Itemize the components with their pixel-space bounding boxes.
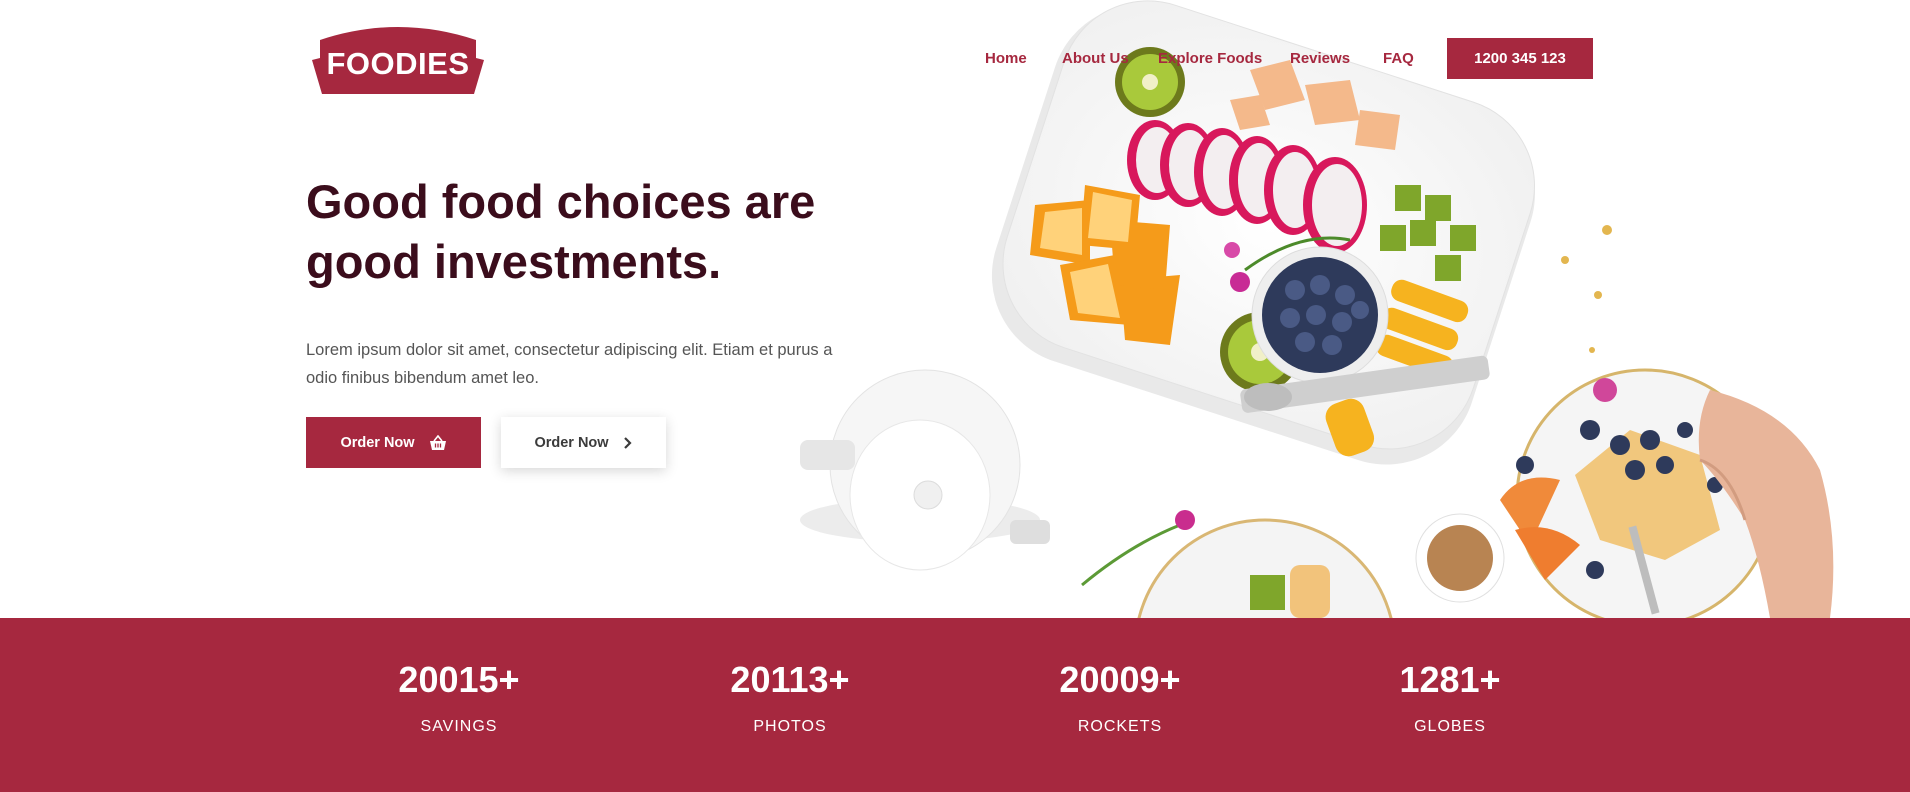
- headline-line-1: Good food choices are: [306, 175, 816, 228]
- stats-band: 20015+ SAVINGS 20113+ PHOTOS 20009+ ROCK…: [0, 618, 1910, 792]
- order-now-secondary-button[interactable]: Order Now: [501, 417, 666, 468]
- stat-label: ROCKETS: [1077, 718, 1163, 735]
- stat-value: 1281+: [1399, 659, 1501, 700]
- nav-explore-foods[interactable]: Explore Foods: [1158, 50, 1262, 67]
- stat-photos: 20113+ PHOTOS: [670, 658, 910, 736]
- hero-description: Lorem ipsum dolor sit amet, consectetur …: [306, 341, 833, 387]
- logo[interactable]: FOODIES: [306, 20, 490, 96]
- stat-rockets: 20009+ ROCKETS: [1000, 658, 1240, 736]
- chevron-right-icon: [623, 436, 632, 449]
- hero-headline: Good food choices are good investments.: [306, 172, 906, 292]
- order-now-secondary-label: Order Now: [534, 434, 609, 451]
- nav-reviews[interactable]: Reviews: [1290, 50, 1350, 67]
- logo-text: FOODIES: [326, 46, 470, 81]
- stat-label: GLOBES: [1414, 718, 1486, 735]
- stat-savings: 20015+ SAVINGS: [339, 658, 579, 736]
- stat-globes: 1281+ GLOBES: [1330, 658, 1570, 736]
- stat-value: 20015+: [398, 659, 520, 700]
- stat-value: 20009+: [1059, 659, 1181, 700]
- hero-food-image: [760, 0, 1910, 618]
- order-now-primary-button[interactable]: Order Now: [306, 417, 481, 468]
- phone-button[interactable]: 1200 345 123: [1447, 38, 1593, 79]
- stat-label: PHOTOS: [753, 718, 827, 735]
- stat-value: 20113+: [730, 659, 850, 700]
- order-now-primary-label: Order Now: [340, 434, 415, 451]
- nav-home[interactable]: Home: [985, 50, 1027, 67]
- hero-section: FOODIES Home About Us Explore Foods Revi…: [0, 0, 1910, 618]
- headline-line-2: good investments.: [306, 235, 722, 288]
- basket-icon: [429, 434, 446, 450]
- stat-label: SAVINGS: [420, 718, 498, 735]
- nav-faq[interactable]: FAQ: [1383, 50, 1414, 67]
- nav-about-us[interactable]: About Us: [1062, 50, 1129, 67]
